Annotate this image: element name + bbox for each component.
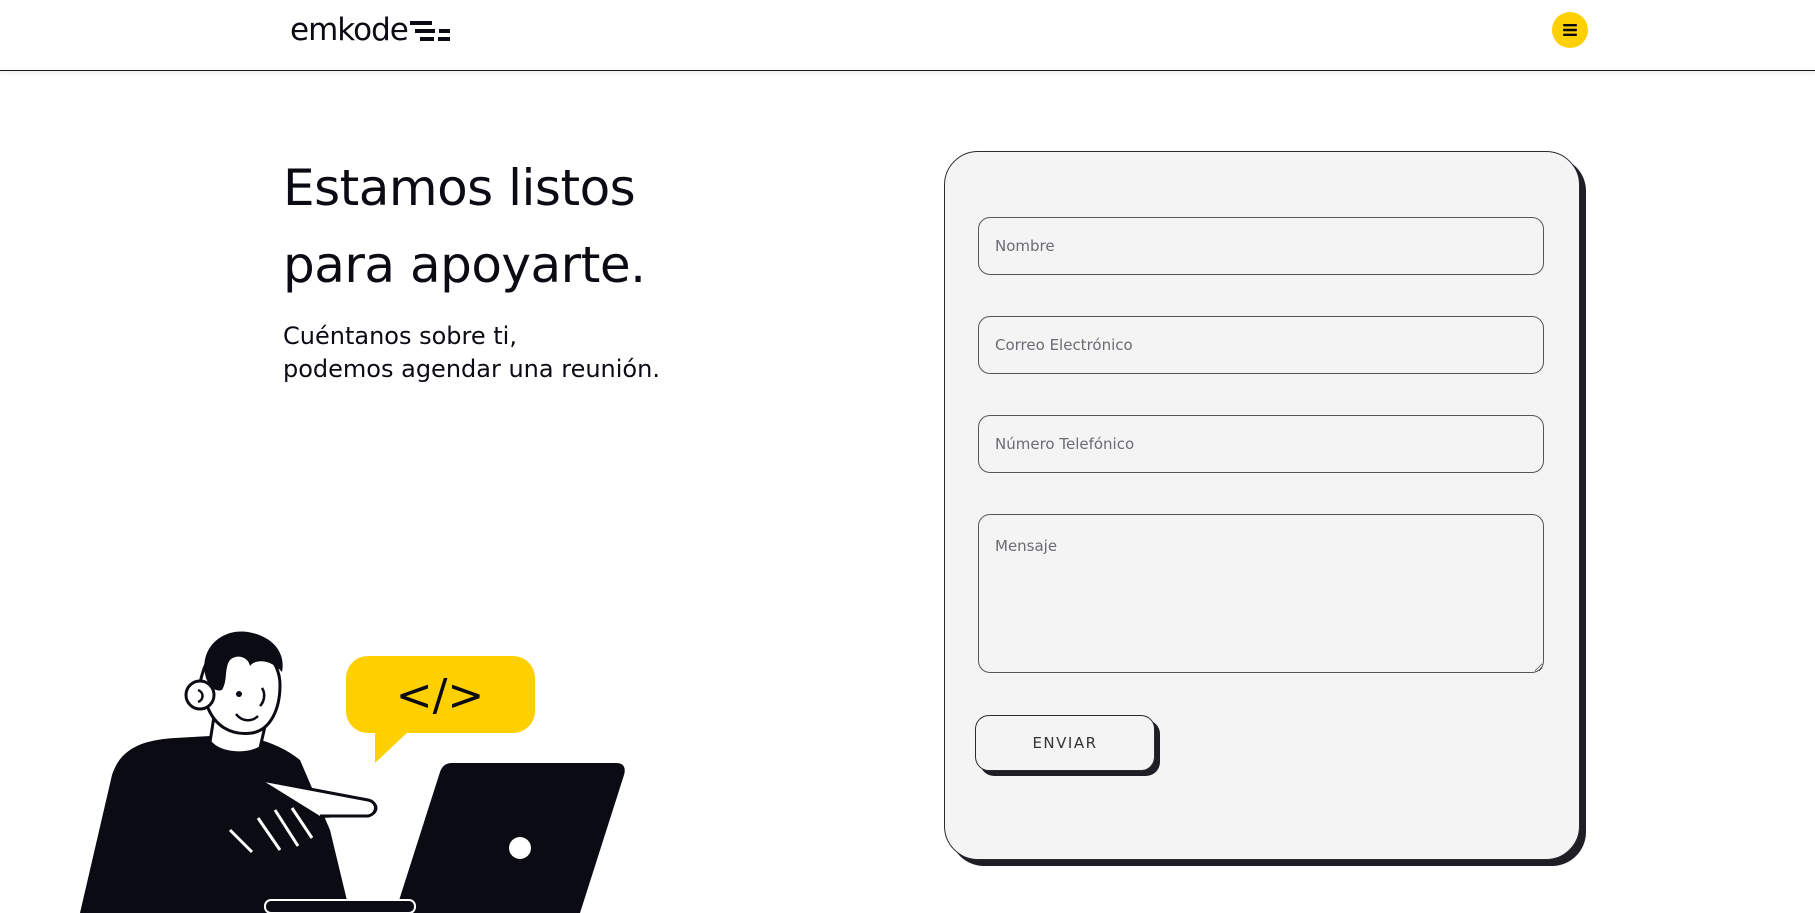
code-bubble-text: </> [396,670,485,721]
hero-subtitle: Cuéntanos sobre ti, podemos agendar una … [283,320,660,386]
message-textarea[interactable] [978,514,1544,673]
hero-title-line-2: para apoyarte. [283,236,646,294]
hero-subtitle-line-2: podemos agendar una reunión. [283,355,660,383]
code-speech-bubble: </> [346,656,535,763]
site-header: emkode [0,0,1815,71]
person-head [184,631,283,735]
name-input[interactable] [978,217,1544,275]
menu-button[interactable] [1552,12,1588,48]
hero-title-line-1: Estamos listos [283,159,636,217]
contact-form: ENVIAR [944,151,1580,860]
developer-illustration: </> [80,631,625,913]
hamburger-menu-icon [1563,24,1577,36]
logo[interactable]: emkode [290,12,450,48]
hero-subtitle-line-1: Cuéntanos sobre ti, [283,322,517,350]
hero-title: Estamos listos para apoyarte. [283,150,646,304]
logo-text: emkode [290,12,409,48]
email-input[interactable] [978,316,1544,374]
logo-bars-icon [409,21,450,41]
phone-input[interactable] [978,415,1544,473]
submit-button[interactable]: ENVIAR [975,715,1155,771]
